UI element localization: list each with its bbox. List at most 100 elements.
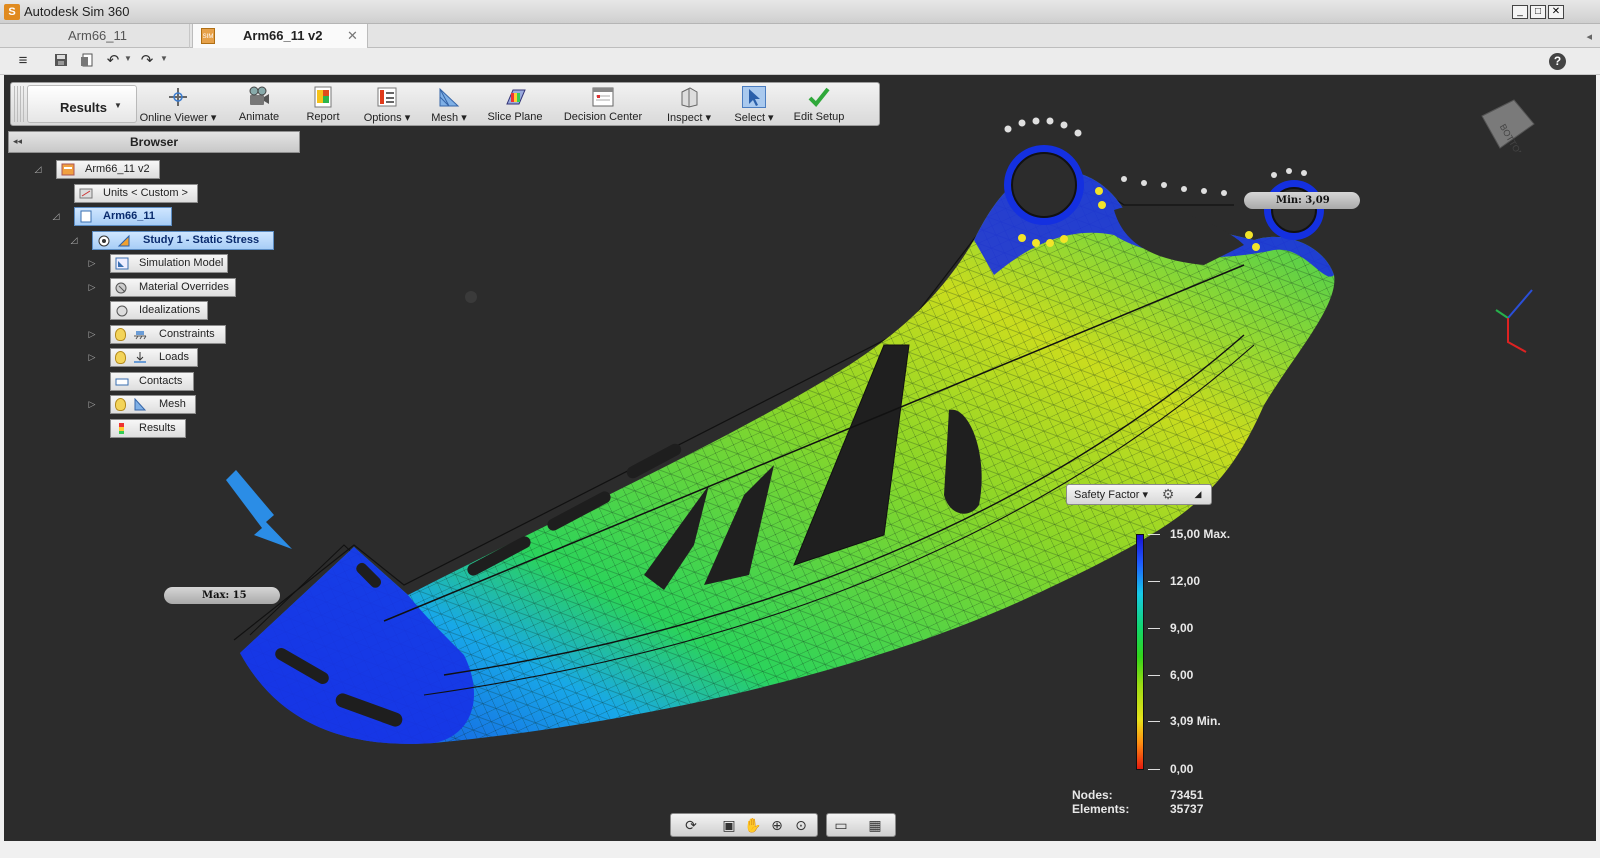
- tree-node-loads[interactable]: Loads: [110, 348, 198, 367]
- tree-node-idealizations[interactable]: Idealizations: [110, 301, 208, 320]
- tree-node-constraints[interactable]: Constraints: [110, 325, 226, 344]
- tree-node-results[interactable]: Results: [110, 419, 186, 438]
- part-icon: [79, 210, 93, 223]
- visibility-bulb-icon[interactable]: [115, 351, 126, 364]
- undo-icon[interactable]: ↶: [104, 53, 122, 69]
- visibility-bulb-icon[interactable]: [115, 328, 126, 341]
- legend-tick: [1148, 628, 1160, 629]
- options-icon: [375, 86, 399, 108]
- tree-node-simulation-model[interactable]: Simulation Model: [110, 254, 228, 273]
- tab-arm66-11-v2[interactable]: SIM Arm66_11 v2 ✕: [192, 24, 368, 48]
- sim-file-icon: SIM: [201, 28, 215, 44]
- tree-node-units[interactable]: Units < Custom >: [74, 184, 198, 203]
- menu-icon[interactable]: ≡: [14, 53, 32, 69]
- mesh-button[interactable]: Mesh ▾: [427, 83, 471, 127]
- pan-icon[interactable]: ✋: [743, 817, 763, 834]
- look-at-icon[interactable]: ▣: [719, 817, 739, 834]
- zoom-window-icon[interactable]: ⊙: [791, 817, 811, 834]
- decision-center-icon: [591, 86, 615, 108]
- tree-expand-icon[interactable]: ▷: [87, 399, 97, 409]
- tree-node-material-overrides[interactable]: Material Overrides: [110, 278, 236, 297]
- edit-setup-button[interactable]: Edit Setup: [787, 83, 851, 127]
- options-button[interactable]: Options ▾: [359, 83, 415, 127]
- animate-icon: [247, 86, 271, 108]
- elements-label: Elements:: [1072, 802, 1130, 816]
- display-bar: ▭ ▦: [826, 813, 896, 837]
- ribbon-tab-dropdown-icon: ▼: [114, 101, 122, 110]
- inspect-button[interactable]: Inspect ▾: [663, 83, 715, 127]
- save-icon[interactable]: [52, 53, 70, 69]
- result-type-dropdown[interactable]: Safety Factor ▾: [1074, 488, 1148, 501]
- legend-min-value: 3,09 Min.: [1170, 714, 1221, 728]
- select-icon: [742, 86, 766, 108]
- max-probe-label[interactable]: Max: 15: [164, 587, 280, 604]
- tree-collapse-icon[interactable]: ◿: [33, 164, 43, 174]
- app-logo-icon: S: [4, 4, 20, 20]
- simulation-model-icon: [115, 257, 129, 270]
- ribbon-grip[interactable]: [14, 86, 24, 122]
- legend-collapse-icon[interactable]: ◢: [1189, 487, 1207, 502]
- tree-expand-icon[interactable]: ▷: [87, 352, 97, 362]
- zoom-icon[interactable]: ⊕: [767, 817, 787, 834]
- close-window-button[interactable]: ✕: [1548, 5, 1564, 19]
- slice-plane-button[interactable]: Slice Plane: [483, 83, 547, 127]
- units-icon: [79, 187, 93, 200]
- visibility-bulb-icon[interactable]: [115, 398, 126, 411]
- view-cube[interactable]: BOTTOM: [1476, 96, 1536, 160]
- legend-color-scale: [1136, 534, 1144, 770]
- nodes-label: Nodes:: [1072, 788, 1113, 802]
- tree-expand-icon[interactable]: ▷: [87, 282, 97, 292]
- stress-model-render: [226, 117, 1335, 744]
- ribbon-toolbar: Results ▼ Online Viewer ▾ Animate Report: [10, 82, 880, 126]
- tree-node-model[interactable]: Arm66_11: [74, 207, 172, 226]
- tree-node-root[interactable]: Arm66_11 v2: [56, 160, 160, 179]
- tree-node-mesh[interactable]: Mesh: [110, 395, 196, 414]
- legend-value: 9,00: [1170, 621, 1194, 635]
- help-icon[interactable]: ?: [1549, 53, 1566, 70]
- select-button[interactable]: Select ▾: [731, 83, 777, 127]
- results-icon: [115, 422, 129, 435]
- report-button[interactable]: Report: [299, 83, 347, 127]
- tree-collapse-icon[interactable]: ◿: [69, 235, 79, 245]
- save-all-icon[interactable]: [78, 53, 96, 69]
- idealizations-icon: [115, 304, 129, 317]
- legend-value: 12,00: [1170, 574, 1201, 588]
- tree-collapse-icon[interactable]: ◿: [51, 211, 61, 221]
- tree-node-study[interactable]: Study 1 - Static Stress: [92, 231, 274, 250]
- load-arrow-icon: [226, 470, 292, 549]
- browser-title: Browser: [129, 135, 179, 149]
- quick-access-toolbar: ≡ ↶ ▼ ↷ ▼ ?: [0, 48, 1600, 75]
- tab-arm66-11[interactable]: Arm66_11: [6, 24, 190, 48]
- decision-center-button[interactable]: Decision Center: [563, 83, 643, 127]
- minimize-button[interactable]: _: [1512, 5, 1528, 19]
- tab-label: Arm66_11 v2: [243, 28, 323, 43]
- tree-node-contacts[interactable]: Contacts: [110, 372, 194, 391]
- result-type-selector[interactable]: Safety Factor ▾ ⚙ ◢: [1066, 484, 1212, 505]
- legend-max-value: 15,00 Max.: [1170, 527, 1231, 541]
- animate-button[interactable]: Animate: [233, 83, 285, 127]
- online-viewer-button[interactable]: Online Viewer ▾: [139, 83, 217, 127]
- min-probe-label[interactable]: Min: 3,09: [1244, 192, 1360, 209]
- elements-count: 35737: [1170, 802, 1204, 816]
- tab-close-icon[interactable]: ✕: [347, 24, 358, 48]
- gear-icon[interactable]: ⚙: [1159, 487, 1177, 502]
- tab-scroll-icon[interactable]: ◂: [1586, 30, 1592, 43]
- results-ribbon-tab[interactable]: Results ▼: [27, 85, 137, 123]
- redo-dropdown-icon[interactable]: ▼: [160, 54, 168, 63]
- legend-tick: [1148, 675, 1160, 676]
- sim-document-icon: [61, 163, 75, 176]
- redo-icon[interactable]: ↷: [138, 53, 156, 69]
- legend-tick: [1148, 769, 1160, 770]
- loads-icon: [133, 351, 147, 364]
- grid-icon[interactable]: ▦: [865, 817, 885, 834]
- graphics-viewport[interactable]: [4, 75, 1596, 841]
- display-icon[interactable]: ▭: [831, 817, 851, 834]
- tree-expand-icon[interactable]: ▷: [87, 329, 97, 339]
- maximize-button[interactable]: □: [1530, 5, 1546, 19]
- tree-expand-icon[interactable]: ▷: [87, 258, 97, 268]
- inspect-icon: [677, 86, 701, 108]
- window-title: Autodesk Sim 360: [24, 4, 130, 19]
- title-bar: S Autodesk Sim 360 _ □ ✕: [0, 0, 1600, 24]
- undo-dropdown-icon[interactable]: ▼: [124, 54, 132, 63]
- orbit-icon[interactable]: ⟳: [681, 817, 701, 834]
